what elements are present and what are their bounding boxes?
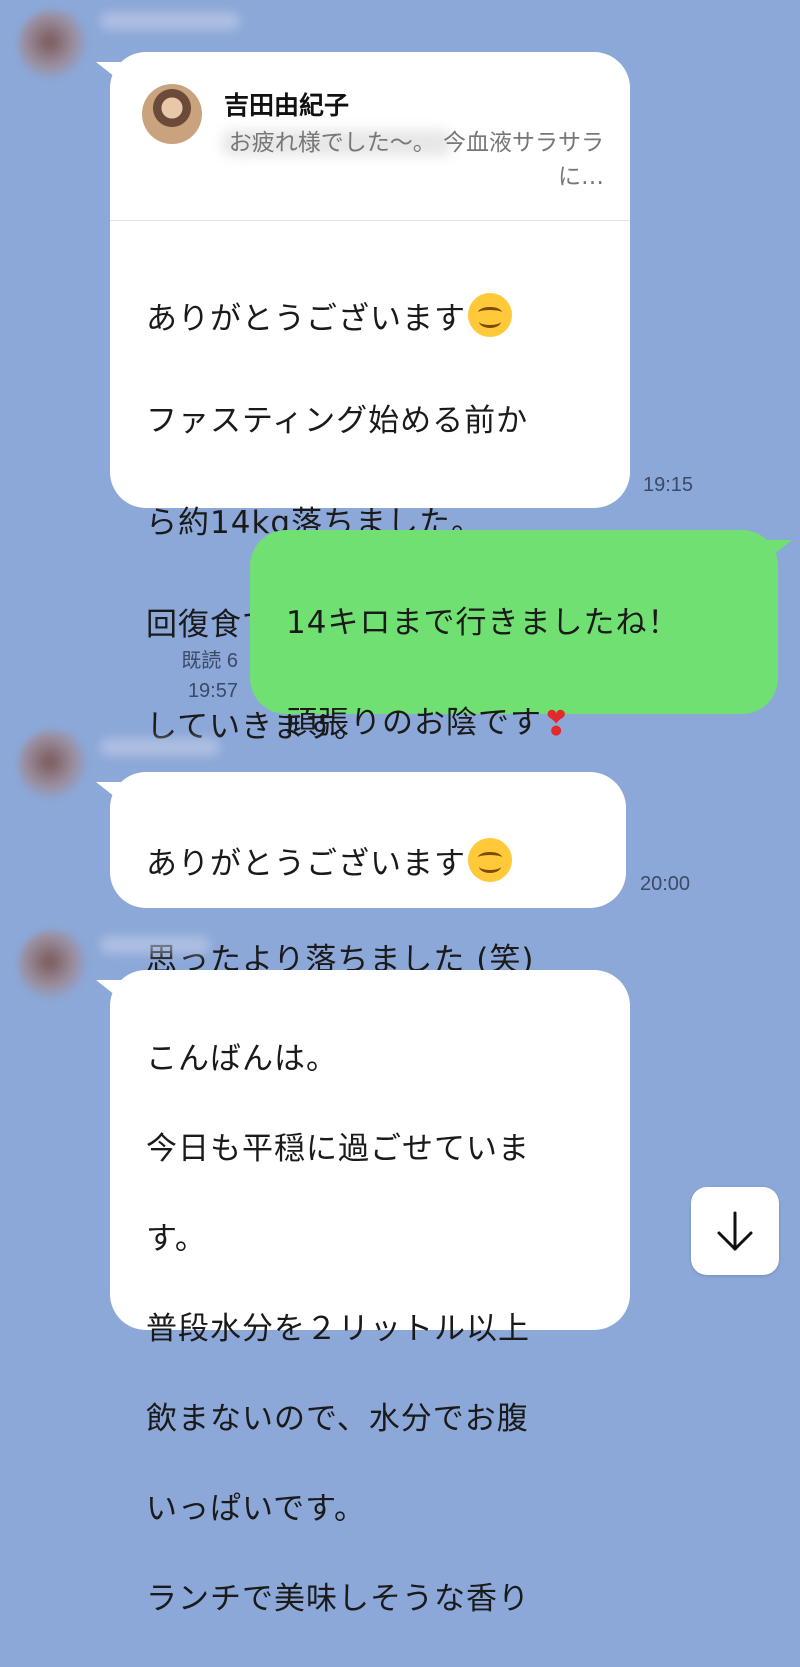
read-receipt: 既読 6 19:57 (150, 646, 238, 706)
message-line: ありがとうございます (146, 846, 466, 882)
reply-avatar (142, 84, 202, 144)
reply-sender-name: 吉田由紀子 (224, 91, 350, 120)
message-line: 普段水分を２リットル以上 (146, 1311, 530, 1347)
message-time: 19:57 (187, 680, 238, 702)
smiling-face-emoji-icon (468, 293, 512, 337)
message-line: ランチで美味しそうな香り (146, 1581, 530, 1617)
arrow-down-icon (717, 1211, 753, 1251)
sender-name (100, 12, 240, 30)
sender-name (100, 936, 210, 954)
sender-avatar[interactable] (18, 930, 88, 1000)
message-line: す。 (146, 1221, 207, 1257)
message-bubble[interactable]: ありがとうございます 思ったより落ちました (笑) (110, 772, 626, 978)
message-line: ありがとうございます (146, 301, 466, 337)
smiling-face-emoji-icon (468, 838, 512, 882)
message-line: いっぱいです。 (146, 1491, 366, 1527)
message-time: 20:00 (640, 873, 691, 895)
message-line: 14キロまで行きましたね！ (286, 605, 680, 641)
message-text: こんばんは。 今日も平穏に過ごせていま す。 普段水分を２リットル以上 飲まない… (146, 992, 616, 1667)
message-line: ファスティング始める前か (146, 403, 529, 439)
message-bubble[interactable]: 吉田由紀子 お疲れ様でした〜。 今血液サラサラに… ありがとうございます ファス… (110, 52, 630, 745)
message-bubble[interactable]: こんばんは。 今日も平穏に過ごせていま す。 普段水分を２リットル以上 飲まない… (110, 970, 630, 1617)
sender-name (100, 738, 220, 756)
read-count: 既読 6 (181, 650, 238, 672)
message-time: 19:15 (643, 474, 694, 496)
red-heart-emoji-icon: ❣ (542, 704, 572, 744)
reply-preview[interactable]: 吉田由紀子 お疲れ様でした〜。 今血液サラサラに… (110, 52, 630, 221)
sender-avatar[interactable] (18, 10, 88, 80)
sender-avatar[interactable] (18, 730, 88, 800)
message-line: こんばんは。 (146, 1041, 338, 1077)
message-line: 今日も平穏に過ごせていま (146, 1131, 530, 1167)
reply-snippet: お疲れ様でした〜。 今血液サラサラに… (228, 130, 604, 190)
message-line: 頑張りのお陰です (286, 705, 542, 741)
scroll-to-bottom-button[interactable] (691, 1187, 779, 1275)
message-bubble[interactable]: 14キロまで行きましたね！ 頑張りのお陰です❣ 頑張りましたねー (250, 530, 778, 842)
message-line: 飲まないので、水分でお腹 (146, 1401, 529, 1437)
